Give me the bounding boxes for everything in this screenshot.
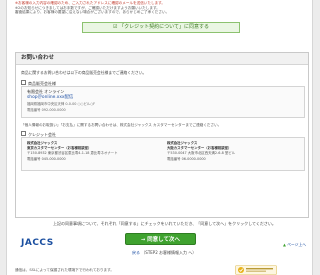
terms-consent-label: 「クレジット契約について」に同意する — [119, 24, 209, 30]
agree-next-label: 同意して次へ — [147, 237, 180, 243]
inquiry-title: お問い合わせ — [16, 53, 308, 65]
seller-tel: 電話番号 092-000-0000 — [27, 108, 66, 112]
arrow-up-icon: ▲ — [283, 242, 286, 247]
page-container: ※お客様の入力内容の確認のため、ご入力されたアドレスに確認のメールを送信いたしま… — [6, 0, 313, 275]
jaccs-logo: JACCS — [21, 238, 54, 248]
note-line-3: 審査結果により、お客様の要望に沿えない場合がございますので、あらかじめご了承くだ… — [15, 10, 170, 15]
credit-company-box: 株式会社ジャックス 東京カスタマーセンター（お客様相談室） 〒150-8932 … — [21, 137, 305, 171]
back-link-label: （STEP2 お客様情報入力 へ） — [141, 250, 197, 255]
square-bullet-icon — [21, 131, 26, 136]
back-link-prefix: 戻る — [132, 250, 140, 255]
agree-next-button[interactable]: → 同意して次へ — [125, 233, 196, 245]
credit-left-tel: 電話番号 045-000-0000 — [27, 157, 66, 161]
security-seal-icon — [235, 265, 277, 275]
credit-right-column: 株式会社ジャックス 大阪カスタマーセンター（お客様相談室） 〒530-0047 … — [167, 141, 302, 162]
seller-address: 福岡県福岡市中央区天神 0-0-00 ○○ビル○F — [27, 102, 96, 106]
check-icon: ☑ — [113, 24, 118, 30]
seller-info-box: 有限会社 オンライン shop＠online.xxx配信 福岡県福岡市中央区天神… — [21, 86, 305, 118]
page-top-label: ページ上へ — [287, 242, 307, 247]
arrow-right-icon: → — [141, 237, 146, 243]
instruction-text: 上記の同意事項について、それぞれ「同意する」にチェックをいれていただき、「同意し… — [53, 221, 276, 226]
privacy-note: 「個人情報のお取扱い」「お支払」に関するお問い合わせは、株式会社ジャックス カス… — [21, 123, 222, 127]
square-bullet-icon — [21, 80, 26, 85]
notes-section: ※お客様の入力内容の確認のため、ご入力されたアドレスに確認のメールを送信いたしま… — [15, 1, 307, 15]
credit-left-column: 株式会社ジャックス 東京カスタマーセンター（お客様相談室） 〒150-8932 … — [27, 141, 162, 162]
seller-email-link[interactable]: shop＠online.xxx配信 — [27, 94, 73, 100]
ssl-footer-note: 通信は、SSLによって保護された環境下で行われております。 — [15, 268, 114, 272]
credit-right-tel: 電話番号 06-0000-0000 — [167, 157, 206, 161]
back-link[interactable]: 戻る （STEP2 お客様情報入力 へ） — [132, 250, 196, 256]
inquiry-intro: 商品に関するお問い合わせは以下の商品販売会社様までご連絡ください。 — [21, 70, 147, 75]
inquiry-panel: お問い合わせ 商品に関するお問い合わせは以下の商品販売会社様までご連絡ください。… — [15, 52, 309, 218]
page-top-link[interactable]: ▲ ページ上へ — [283, 242, 306, 248]
terms-consent-checkbox[interactable]: ☑ 「クレジット契約について」に同意する — [82, 22, 240, 33]
